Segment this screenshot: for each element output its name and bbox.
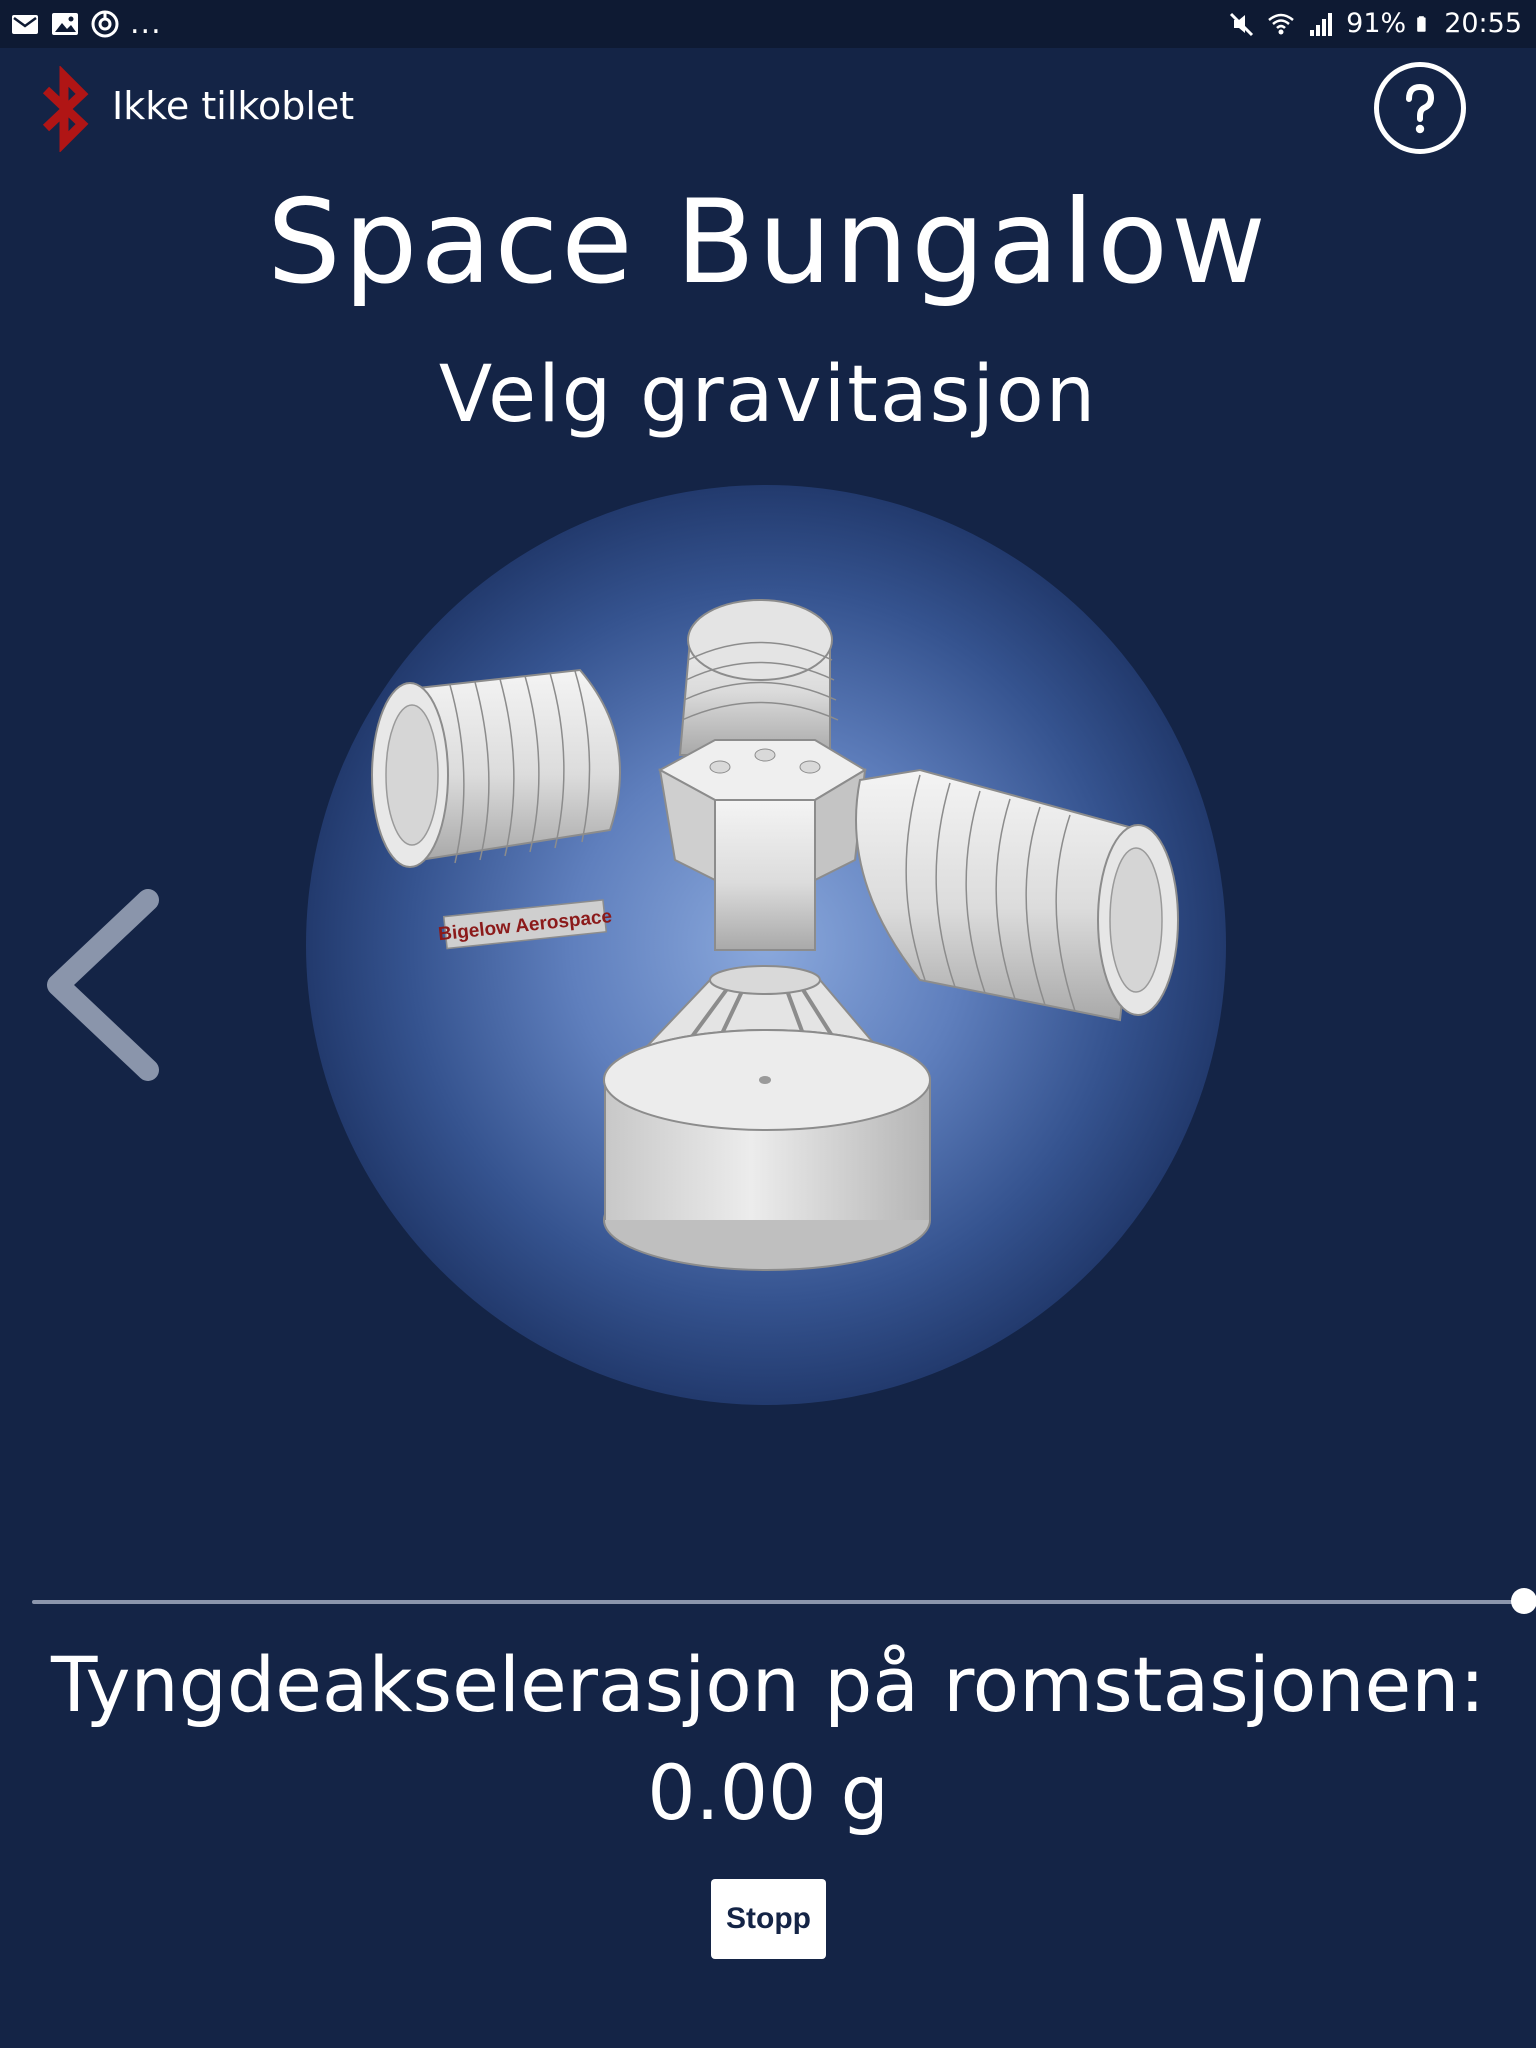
slider-thumb[interactable] [1511, 1588, 1536, 1614]
stop-button[interactable]: Stopp [711, 1879, 826, 1959]
signal-icon [1310, 13, 1333, 36]
top-module [678, 599, 839, 756]
sync-icon [91, 10, 119, 38]
question-icon [1406, 83, 1435, 134]
mute-icon [1230, 12, 1254, 37]
app-title: Space Bungalow [267, 175, 1269, 310]
system-icons: 91% 20:55 [1226, 8, 1522, 40]
base-stand [603, 965, 931, 1271]
left-module: Bigelow Aerospace [371, 668, 621, 950]
slider-track [32, 1600, 1524, 1604]
right-module [855, 768, 1179, 1022]
app-screen: ... 91% 20:55 Ikke tilkoblet Space Bunga… [0, 0, 1536, 2048]
bluetooth-icon[interactable] [38, 66, 94, 152]
image-icon [52, 13, 78, 35]
battery-percent: 91% [1346, 8, 1407, 39]
notification-overflow: ... [130, 6, 162, 41]
wifi-icon [1268, 13, 1294, 35]
help-button[interactable] [1374, 62, 1466, 154]
notification-icons: ... [10, 8, 162, 40]
clock: 20:55 [1444, 8, 1522, 39]
space-station-image: Bigelow Aerospace [371, 599, 1179, 1271]
gravity-slider[interactable] [32, 1586, 1536, 1620]
connection-status: Ikke tilkoblet [112, 84, 355, 128]
gravity-value: 0.00 g [647, 1748, 889, 1837]
gravity-label: Tyngdeakselerasjon på romstasjonen: [50, 1640, 1486, 1729]
chevron-left-icon[interactable] [30, 880, 170, 1090]
app-subtitle: Velg gravitasjon [438, 350, 1098, 440]
status-bar: ... 91% 20:55 [0, 0, 1536, 48]
central-hub [657, 739, 867, 951]
mail-icon [12, 15, 38, 34]
battery-icon [1417, 16, 1426, 32]
